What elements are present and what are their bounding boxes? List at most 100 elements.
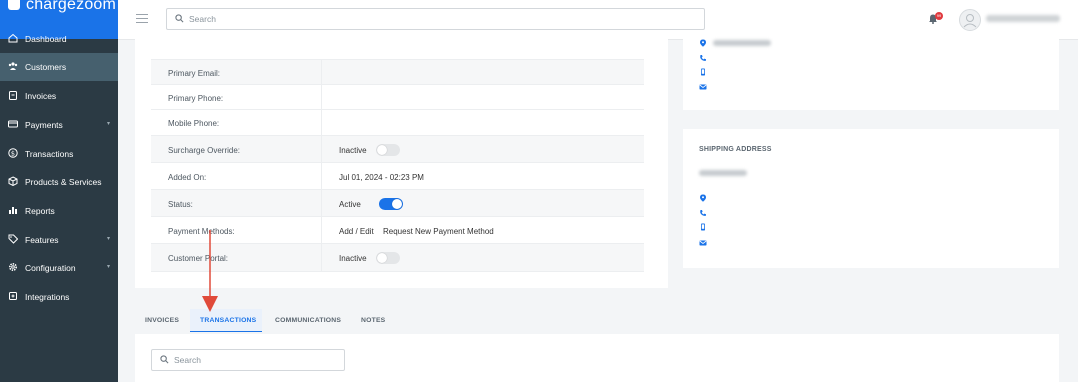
- redacted-address: [713, 40, 771, 46]
- tab-label: INVOICES: [145, 317, 180, 324]
- request-payment-method-link[interactable]: Request New Payment Method: [383, 227, 494, 236]
- search-icon: [175, 14, 184, 23]
- customer-portal-status-text: Inactive: [339, 254, 367, 263]
- sidebar-item-label: Payments: [25, 120, 63, 130]
- top-bar: Search 99: [118, 0, 1078, 40]
- menu-toggle-icon[interactable]: [136, 14, 148, 23]
- sidebar-item-dashboard[interactable]: Dashboard: [0, 25, 118, 53]
- sidebar-item-label: Invoices: [25, 91, 57, 101]
- chevron-down-icon: ▾: [106, 264, 110, 270]
- detail-label: Added On:: [168, 173, 207, 182]
- email-icon: [699, 84, 707, 90]
- email-icon: [699, 240, 707, 246]
- sidebar-item-integrations[interactable]: Integrations: [0, 283, 118, 311]
- transactions-search-input[interactable]: Search: [151, 349, 345, 371]
- detail-row-added-on: Added On: Jul 01, 2024 - 02:23 PM: [151, 162, 644, 190]
- surcharge-status-text: Inactive: [339, 146, 367, 155]
- status-toggle[interactable]: [379, 198, 403, 210]
- column-divider: [321, 110, 322, 136]
- sidebar-item-features[interactable]: Features ▾: [0, 226, 118, 254]
- svg-text:$: $: [11, 150, 15, 158]
- billing-address-card: [683, 39, 1059, 110]
- chevron-down-icon: ▾: [106, 121, 110, 127]
- logo-icon: [8, 0, 20, 10]
- added-on-value: Jul 01, 2024 - 02:23 PM: [339, 173, 424, 182]
- sidebar-item-invoices[interactable]: Invoices: [0, 82, 118, 110]
- sidebar-item-label: Integrations: [25, 292, 70, 302]
- column-divider: [321, 136, 322, 163]
- column-divider: [321, 163, 322, 190]
- detail-label: Status:: [168, 200, 193, 209]
- sidebar-item-label: Features: [25, 235, 59, 245]
- column-divider: [321, 85, 322, 110]
- detail-row-primary-email: Primary Email:: [151, 59, 644, 85]
- sidebar-item-configuration[interactable]: Configuration ▾: [0, 254, 118, 282]
- phone-icon: [700, 210, 706, 216]
- tab-notes[interactable]: NOTES: [356, 309, 390, 331]
- location-pin-icon: [700, 194, 706, 202]
- brand-logo-text: chargezoom: [26, 0, 117, 13]
- home-icon: [8, 33, 18, 43]
- sidebar-item-label: Dashboard: [25, 34, 67, 44]
- column-divider: [321, 60, 322, 85]
- sidebar-item-label: Products & Services: [25, 177, 102, 187]
- search-icon: [160, 355, 169, 364]
- detail-label: Surcharge Override:: [168, 146, 241, 155]
- user-icon: [963, 14, 977, 28]
- detail-row-surcharge-override: Surcharge Override: Inactive: [151, 135, 644, 163]
- sidebar-item-label: Configuration: [25, 263, 76, 273]
- avatar[interactable]: [959, 9, 981, 31]
- customer-portal-toggle[interactable]: [376, 252, 400, 264]
- sidebar-item-transactions[interactable]: $ Transactions: [0, 140, 118, 168]
- dollar-icon: $: [8, 148, 18, 158]
- surcharge-override-toggle[interactable]: [376, 144, 400, 156]
- annotation-arrow-icon: [202, 230, 218, 312]
- column-divider: [321, 217, 322, 244]
- plug-icon: [9, 292, 17, 300]
- search-placeholder: Search: [189, 14, 216, 24]
- notification-badge: 99: [935, 12, 943, 20]
- mobile-icon: [701, 223, 705, 231]
- detail-row-mobile-phone: Mobile Phone:: [151, 109, 644, 136]
- location-pin-icon: [700, 39, 706, 47]
- add-edit-payment-link[interactable]: Add / Edit: [339, 227, 374, 236]
- box-icon: [8, 176, 18, 186]
- card-icon: [8, 120, 18, 128]
- sidebar-item-label: Customers: [25, 62, 67, 72]
- redacted-name: [699, 170, 747, 176]
- shipping-address-title: SHIPPING ADDRESS: [699, 146, 772, 153]
- column-divider: [321, 244, 322, 271]
- detail-label: Primary Email:: [168, 69, 221, 78]
- bar-chart-icon: [9, 207, 17, 214]
- sidebar-item-products-services[interactable]: Products & Services: [0, 168, 118, 196]
- tab-label: COMMUNICATIONS: [275, 317, 342, 324]
- global-search-input[interactable]: Search: [166, 8, 705, 30]
- search-placeholder: Search: [174, 355, 201, 365]
- sidebar: chargezoom Dashboard Customers Invoices …: [0, 0, 118, 382]
- column-divider: [321, 190, 322, 217]
- phone-icon: [700, 55, 706, 61]
- detail-row-payment-methods: Payment Methods: Add / Edit Request New …: [151, 216, 644, 244]
- tab-invoices[interactable]: INVOICES: [140, 309, 184, 331]
- chevron-down-icon: ▾: [106, 236, 110, 242]
- gear-icon: [8, 262, 18, 272]
- sidebar-item-label: Transactions: [25, 149, 74, 159]
- detail-label: Primary Phone:: [168, 94, 224, 103]
- users-icon: [8, 62, 18, 70]
- status-text: Active: [339, 200, 361, 209]
- sidebar-item-customers[interactable]: Customers: [0, 53, 118, 81]
- tab-label: TRANSACTIONS: [200, 317, 257, 324]
- sidebar-item-label: Reports: [25, 206, 55, 216]
- tag-icon: [8, 234, 18, 244]
- sidebar-item-payments[interactable]: Payments ▾: [0, 111, 118, 139]
- mobile-icon: [701, 68, 705, 76]
- detail-row-customer-portal: Customer Portal: Inactive: [151, 243, 644, 272]
- detail-row-primary-phone: Primary Phone:: [151, 84, 644, 110]
- clipboard-icon: [9, 91, 17, 100]
- shipping-address-card: SHIPPING ADDRESS: [683, 129, 1059, 268]
- tab-label: NOTES: [361, 317, 386, 324]
- detail-row-status: Status: Active: [151, 189, 644, 217]
- tab-communications[interactable]: COMMUNICATIONS: [270, 309, 346, 331]
- user-name-redacted[interactable]: [986, 15, 1060, 22]
- sidebar-item-reports[interactable]: Reports: [0, 197, 118, 225]
